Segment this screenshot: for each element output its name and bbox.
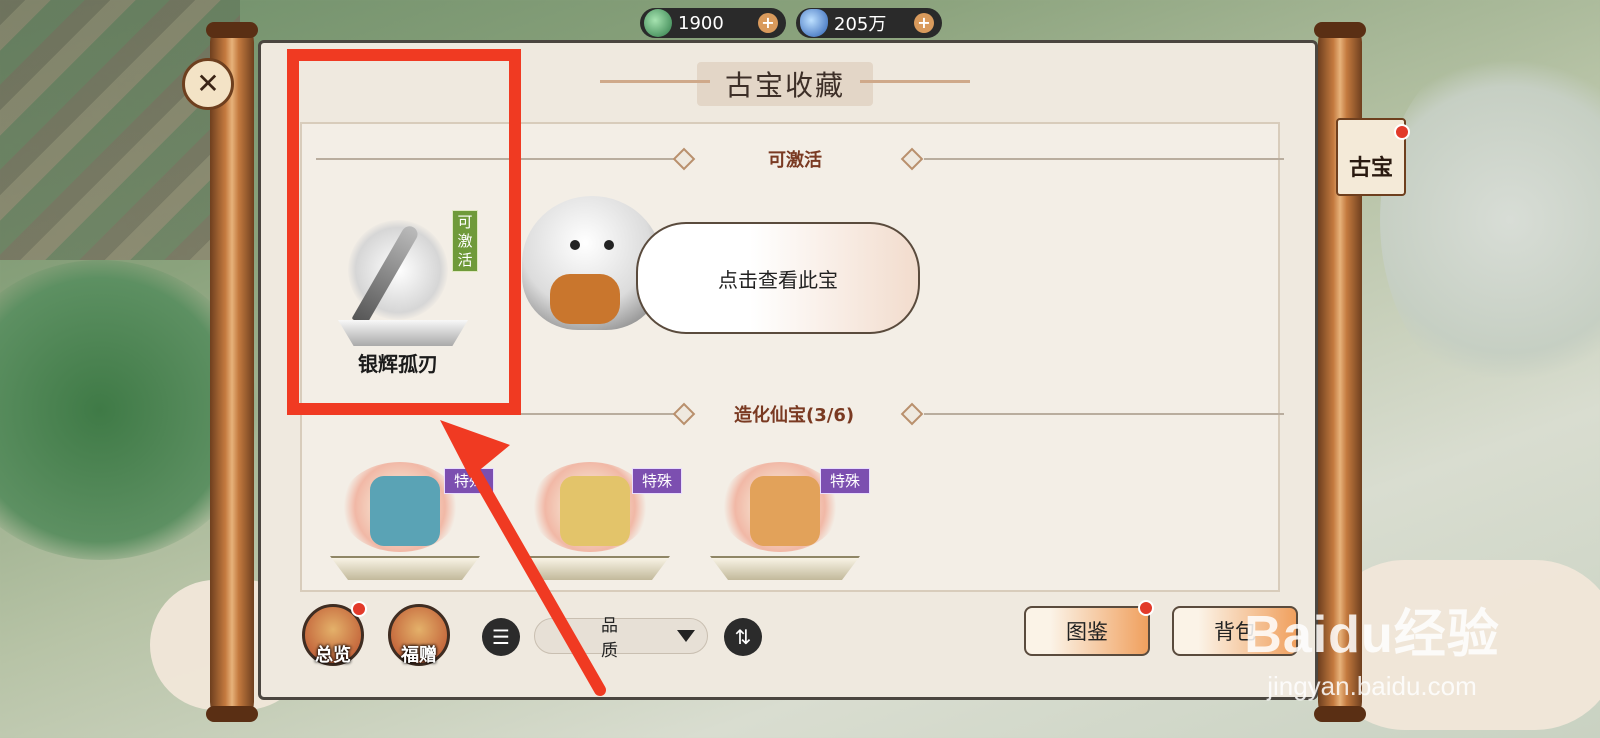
section-title-activatable: 可激活 bbox=[768, 150, 822, 171]
add-crystal-button[interactable]: + bbox=[914, 13, 934, 33]
highlight-box-annotation bbox=[287, 49, 521, 415]
notification-dot bbox=[351, 601, 367, 617]
special-badge: 特殊 bbox=[820, 468, 870, 494]
background-mist bbox=[1380, 40, 1600, 400]
section-title-creation: 造化仙宝(3/6) bbox=[734, 405, 855, 426]
overview-button[interactable]: 总览 bbox=[302, 601, 367, 666]
scroll-roller-left bbox=[206, 22, 258, 722]
cat-eye bbox=[604, 240, 614, 250]
notification-dot bbox=[1394, 124, 1410, 140]
jade-currency: 1900 + bbox=[640, 8, 786, 38]
crystal-amount: 205万 bbox=[834, 14, 887, 35]
title-ornament-right bbox=[860, 80, 970, 83]
watermark-logo: Baidu经验 bbox=[1244, 606, 1500, 664]
chevron-down-icon bbox=[677, 630, 695, 642]
cauldron-icon bbox=[370, 476, 440, 546]
currency-bar: 1900 + 205万 + bbox=[640, 8, 942, 38]
back-button[interactable]: ✕ bbox=[182, 58, 234, 110]
overview-label: 总览 bbox=[315, 645, 351, 666]
blue-crystal-icon bbox=[800, 9, 828, 37]
cat-eye bbox=[570, 240, 580, 250]
page-title: 古宝收藏 bbox=[696, 62, 873, 106]
tab-label: 古宝 bbox=[1348, 156, 1393, 181]
tab-ancient-treasure[interactable]: 古宝 bbox=[1336, 118, 1410, 196]
crystal-currency: 205万 + bbox=[796, 8, 942, 38]
treasure-base bbox=[520, 556, 670, 580]
section-divider-right bbox=[924, 413, 1284, 415]
cat-robe bbox=[550, 274, 620, 324]
gift-label: 福赠 bbox=[401, 645, 437, 666]
notification-dot bbox=[1138, 600, 1154, 616]
special-badge: 特殊 bbox=[444, 468, 494, 494]
codex-button[interactable]: 图鉴 bbox=[1024, 600, 1154, 656]
jade-amount: 1900 bbox=[678, 12, 724, 34]
gift-button[interactable]: 福赠 bbox=[388, 604, 450, 666]
add-jade-button[interactable]: + bbox=[758, 13, 778, 33]
section-divider-right bbox=[924, 158, 1284, 160]
panel-header: 古宝收藏 bbox=[600, 62, 970, 106]
quality-sort-select[interactable]: 品质 bbox=[534, 616, 708, 661]
crystal-shard-icon bbox=[750, 476, 820, 546]
treasure-base bbox=[330, 556, 480, 580]
hint-text: 点击查看此宝 bbox=[718, 267, 838, 292]
sort-order-icon[interactable]: ⇅ bbox=[724, 618, 762, 656]
codex-label: 图鉴 bbox=[1066, 620, 1108, 644]
sort-select-value: 品质 bbox=[601, 616, 618, 661]
background-village bbox=[0, 0, 240, 260]
view-treasure-hint[interactable]: 点击查看此宝 bbox=[636, 222, 920, 334]
watermark-url: jingyan.baidu.com bbox=[1267, 671, 1477, 701]
baidu-watermark: Baidu经验 jingyan.baidu.com bbox=[1222, 592, 1522, 702]
treasure-base bbox=[710, 556, 860, 580]
jade-coin-icon bbox=[644, 9, 672, 37]
special-badge: 特殊 bbox=[632, 468, 682, 494]
list-view-icon[interactable]: ☰ bbox=[482, 618, 520, 656]
title-ornament-left bbox=[600, 80, 710, 83]
lotus-icon bbox=[560, 476, 630, 546]
